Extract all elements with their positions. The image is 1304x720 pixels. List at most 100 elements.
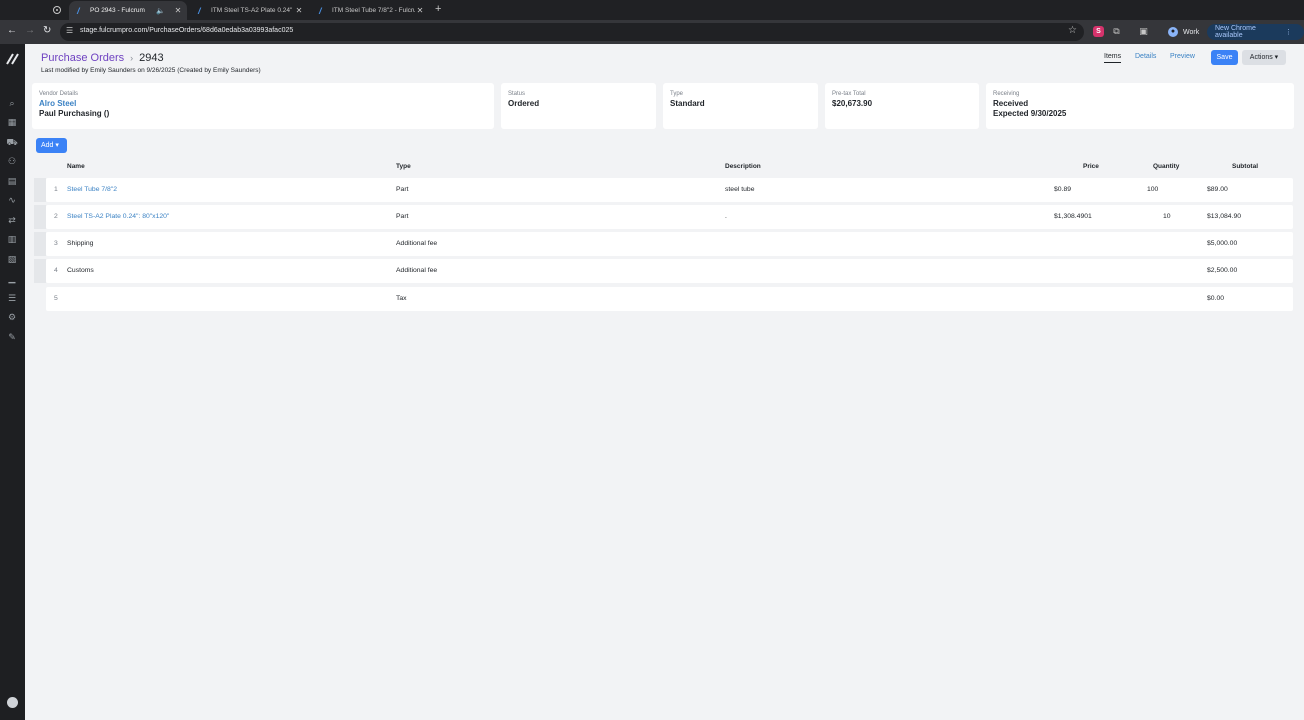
fulcrum-favicon-icon: / <box>319 5 322 16</box>
tab-itm-plate[interactable]: / ITM Steel TS-A2 Plate 0.24" ✕ <box>190 1 308 20</box>
row-drag-handle[interactable] <box>34 205 46 229</box>
calendar-icon[interactable]: ▤ <box>6 175 18 187</box>
row-quantity[interactable]: 100 <box>1147 186 1158 193</box>
row-index: 1 <box>54 186 58 193</box>
main-content: Purchase Orders › 2943 Last modified by … <box>25 44 1304 720</box>
row-name-link[interactable]: Steel Tube 7/8"2 <box>67 186 117 193</box>
row-name-link[interactable]: Steel TS-A2 Plate 0.24": 80"x120" <box>67 213 169 220</box>
extensions-puzzle-icon[interactable]: ⧉ <box>1111 26 1122 37</box>
browser-toolbar: ← → ↻ ☰ stage.fulcrumpro.com/PurchaseOrd… <box>0 20 1304 44</box>
pretax-total-card: Pre-tax Total $20,673.90 <box>825 83 979 129</box>
tab-preview[interactable]: Preview <box>1170 53 1195 60</box>
update-label: New Chrome available <box>1215 25 1256 39</box>
wrench-icon[interactable]: ✎ <box>6 331 18 343</box>
profile-button[interactable]: ● Work <box>1168 24 1199 40</box>
grid-icon[interactable]: ▦ <box>6 116 18 128</box>
save-button[interactable]: Save <box>1211 50 1238 65</box>
pretax-label: Pre-tax Total <box>832 91 866 97</box>
breadcrumb-purchase-orders-link[interactable]: Purchase Orders <box>41 52 124 64</box>
boxes-icon[interactable]: ▧ <box>6 253 18 265</box>
reload-icon[interactable]: ↻ <box>43 25 51 36</box>
row-drag-handle[interactable] <box>34 259 46 283</box>
speaker-icon[interactable]: 🔈 <box>156 7 165 15</box>
users-icon[interactable]: ⚇ <box>6 155 18 167</box>
row-drag-handle[interactable] <box>34 232 46 256</box>
column-header-subtotal[interactable]: Subtotal <box>1232 163 1258 170</box>
breadcrumb-separator: › <box>130 53 134 63</box>
chart-icon[interactable]: ▁ <box>6 272 18 284</box>
row-type: Additional fee <box>396 267 438 274</box>
column-header-name[interactable]: Name <box>67 163 85 170</box>
close-tab-icon[interactable]: ✕ <box>415 6 425 15</box>
tab-itm-tube[interactable]: / ITM Steel Tube 7/8"2 - Fulcru ✕ <box>311 1 429 20</box>
fulcrum-favicon-icon: / <box>77 5 80 16</box>
add-button[interactable]: Add ▾ <box>36 138 67 153</box>
close-tab-icon[interactable]: ✕ <box>173 6 183 15</box>
fulcrum-logo-icon[interactable] <box>6 53 19 65</box>
user-avatar[interactable] <box>7 697 18 708</box>
tab-details[interactable]: Details <box>1135 53 1156 60</box>
table-row[interactable]: 3 Shipping Additional fee $5,000.00 <box>46 232 1293 256</box>
vendor-name-link[interactable]: Alro Steel <box>39 99 487 108</box>
address-bar[interactable]: ☰ stage.fulcrumpro.com/PurchaseOrders/68… <box>60 23 1084 41</box>
window-menu-icon[interactable] <box>53 6 61 14</box>
row-subtotal[interactable]: $2,500.00 <box>1207 267 1237 274</box>
receiving-label: Receiving <box>993 91 1020 97</box>
row-index: 3 <box>54 240 58 247</box>
receiving-card: Receiving Received Expected 9/30/2025 <box>986 83 1294 129</box>
row-description[interactable]: steel tube <box>725 186 754 193</box>
vendor-label: Vendor Details <box>39 91 79 97</box>
row-subtotal[interactable]: $5,000.00 <box>1207 240 1237 247</box>
page-title: 2943 <box>139 52 164 64</box>
calculator-icon[interactable]: ▥ <box>6 233 18 245</box>
settings-icon[interactable]: ⚙ <box>6 311 18 323</box>
back-icon[interactable]: ← <box>7 25 17 36</box>
forward-icon[interactable]: → <box>25 25 35 36</box>
cast-icon[interactable]: ▣ <box>1138 26 1149 37</box>
tab-po-2943[interactable]: / PO 2943 - Fulcrum 🔈 ✕ <box>69 1 187 20</box>
row-price[interactable]: $1,308.4901 <box>1054 213 1092 220</box>
table-row[interactable]: 4 Customs Additional fee $2,500.00 <box>46 259 1293 283</box>
column-header-type[interactable]: Type <box>396 163 411 170</box>
row-type: Part <box>396 186 409 193</box>
row-quantity[interactable]: 10 <box>1163 213 1171 220</box>
chrome-update-button[interactable]: New Chrome available ⋮ <box>1207 24 1304 40</box>
list-icon[interactable]: ☰ <box>6 292 18 304</box>
extension-s-icon[interactable]: S <box>1093 26 1104 37</box>
site-info-icon[interactable]: ☰ <box>66 26 73 35</box>
url-text[interactable]: stage.fulcrumpro.com/PurchaseOrders/68d6… <box>80 27 293 34</box>
column-header-description[interactable]: Description <box>725 163 761 170</box>
column-header-price[interactable]: Price <box>1083 163 1099 170</box>
row-name[interactable]: Customs <box>67 267 94 274</box>
row-type: Tax <box>396 295 407 302</box>
search-icon[interactable]: ⌕ <box>6 97 18 109</box>
profile-label: Work <box>1183 28 1200 36</box>
actions-button[interactable]: Actions ▾ <box>1242 50 1286 65</box>
pretax-value: $20,673.90 <box>832 99 873 108</box>
cart-icon[interactable]: ⛟ <box>6 136 18 148</box>
transfer-icon[interactable]: ⇄ <box>6 214 18 226</box>
table-row[interactable]: 2 Steel TS-A2 Plate 0.24": 80"x120" Part… <box>46 205 1293 229</box>
column-header-quantity[interactable]: Quantity <box>1153 163 1179 170</box>
bookmark-star-icon[interactable]: ☆ <box>1068 25 1077 36</box>
tab-items[interactable]: Items <box>1104 53 1122 63</box>
status-value: Ordered <box>508 99 540 108</box>
row-price[interactable]: $0.89 <box>1054 186 1071 193</box>
row-subtotal: $89.00 <box>1207 186 1228 193</box>
type-label: Type <box>670 91 684 97</box>
row-name[interactable]: Shipping <box>67 240 93 247</box>
table-row[interactable]: 1 Steel Tube 7/8"2 Part steel tube $0.89… <box>46 178 1293 202</box>
close-tab-icon[interactable]: ✕ <box>294 6 304 15</box>
tab-title: PO 2943 - Fulcrum <box>90 7 145 14</box>
avatar: ● <box>1168 27 1178 37</box>
row-description[interactable]: . <box>725 213 727 220</box>
new-tab-icon[interactable]: + <box>435 3 441 15</box>
fulcrum-favicon-icon: / <box>198 5 201 16</box>
row-drag-handle[interactable] <box>34 178 46 202</box>
row-index: 2 <box>54 213 58 220</box>
last-modified-text: Last modified by Emily Saunders on 9/26/… <box>41 67 261 74</box>
row-type: Part <box>396 213 409 220</box>
row-index: 5 <box>54 295 58 302</box>
table-row[interactable]: 5 Tax $0.00 <box>46 287 1293 311</box>
activity-icon[interactable]: ∿ <box>6 194 18 206</box>
